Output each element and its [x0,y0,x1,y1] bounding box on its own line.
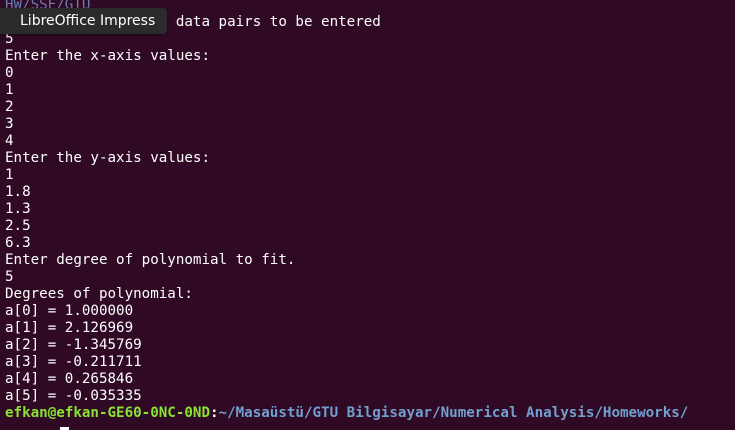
prompt-separator: : [210,405,219,421]
terminal-line: a[2] = -1.345769 [5,337,142,353]
terminal-line: a[1] = 2.126969 [5,320,134,336]
terminal-line: 3 [5,116,14,132]
terminal-line: a[5] = -0.035335 [5,388,142,404]
terminal-line: Enter degree of polynomial to fit. [5,252,296,268]
terminal-line: 2.5 [5,218,31,234]
terminal-output: HW/SSE/GTU Enter the number of data pair… [5,0,733,422]
terminal-line: 1.3 [5,201,31,217]
tooltip-label: LibreOffice Impress [20,13,156,29]
terminal-window[interactable]: HW/SSE/GTU Enter the number of data pair… [0,0,735,430]
prompt-path: ~/Masaüstü/GTU Bilgisayar/Numerical Anal… [218,405,689,421]
prompt-user-host: efkan@efkan-GE60-0NC-0ND [5,405,210,421]
terminal-line: Degrees of polynomial: [5,286,193,302]
terminal-line: 0 [5,65,14,81]
terminal-line: 2 [5,99,14,115]
terminal-line: a[0] = 1.000000 [5,303,134,319]
terminal-line: 5 [5,269,14,285]
terminal-line: 4 [5,133,14,149]
terminal-line: 1 [5,167,14,183]
shell-prompt[interactable]: efkan@efkan-GE60-0NC-0ND:~/Masaüstü/GTU … [5,405,733,422]
terminal-line: 1 [5,82,14,98]
terminal-line: 1.8 [5,184,31,200]
launcher-tooltip: LibreOffice Impress [0,8,168,34]
terminal-line: Enter the x-axis values: [5,48,210,64]
terminal-line: a[3] = -0.211711 [5,354,142,370]
terminal-line: 6.3 [5,235,31,251]
terminal-line: a[4] = 0.265846 [5,371,134,387]
terminal-line: Enter the y-axis values: [5,150,210,166]
